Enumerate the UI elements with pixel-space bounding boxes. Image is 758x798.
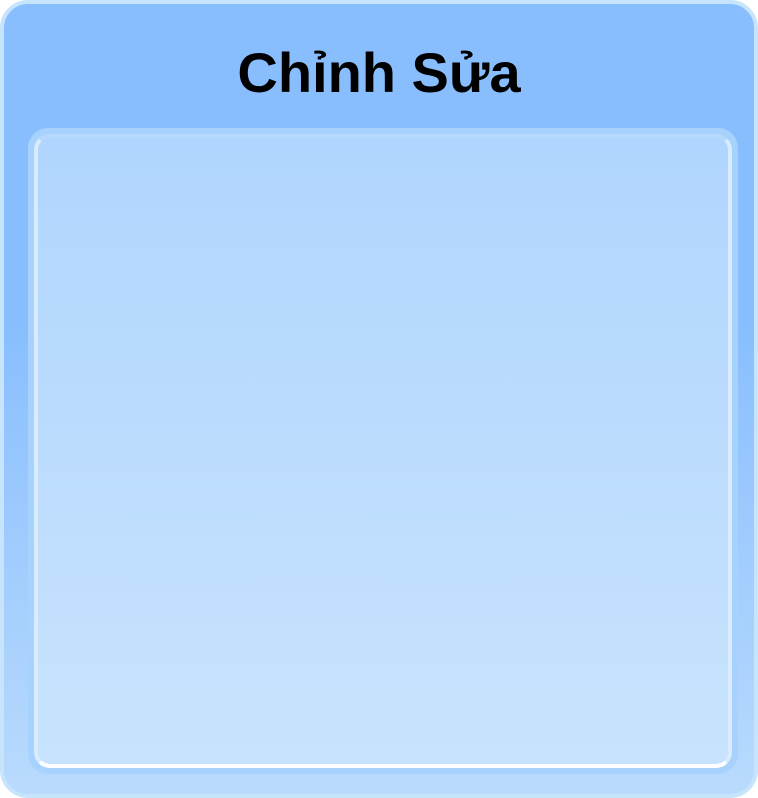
edit-dialog: Chỉnh Sửa [0,0,758,798]
content-panel [28,128,738,774]
dialog-title: Chỉnh Sửa [237,41,521,104]
content-area [34,134,732,768]
